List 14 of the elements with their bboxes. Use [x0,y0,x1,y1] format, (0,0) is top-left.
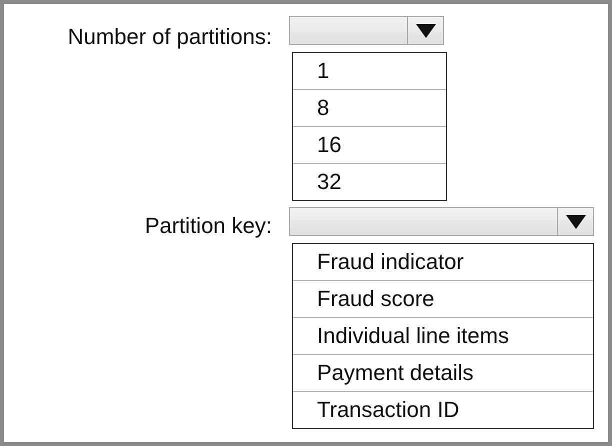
dropdown-option[interactable]: 1 [293,53,446,89]
dropdown-option[interactable]: Transaction ID [293,391,593,428]
dropdown-option[interactable]: 8 [293,89,446,126]
field-label: Number of partitions: [68,23,272,51]
dropdown-option[interactable]: Fraud indicator [293,244,593,280]
caret-icon [416,24,436,38]
field-label: Partition key: [144,212,272,240]
dropdown-option[interactable]: Fraud score [293,280,593,317]
caret-icon [566,214,586,228]
dropdown-option[interactable]: 16 [293,126,446,163]
dropdown-option[interactable]: Payment details [293,354,593,391]
dropdown-select[interactable] [289,16,444,45]
dropdown-option[interactable]: Individual line items [293,317,593,354]
dropdown-option[interactable]: 32 [293,163,446,200]
